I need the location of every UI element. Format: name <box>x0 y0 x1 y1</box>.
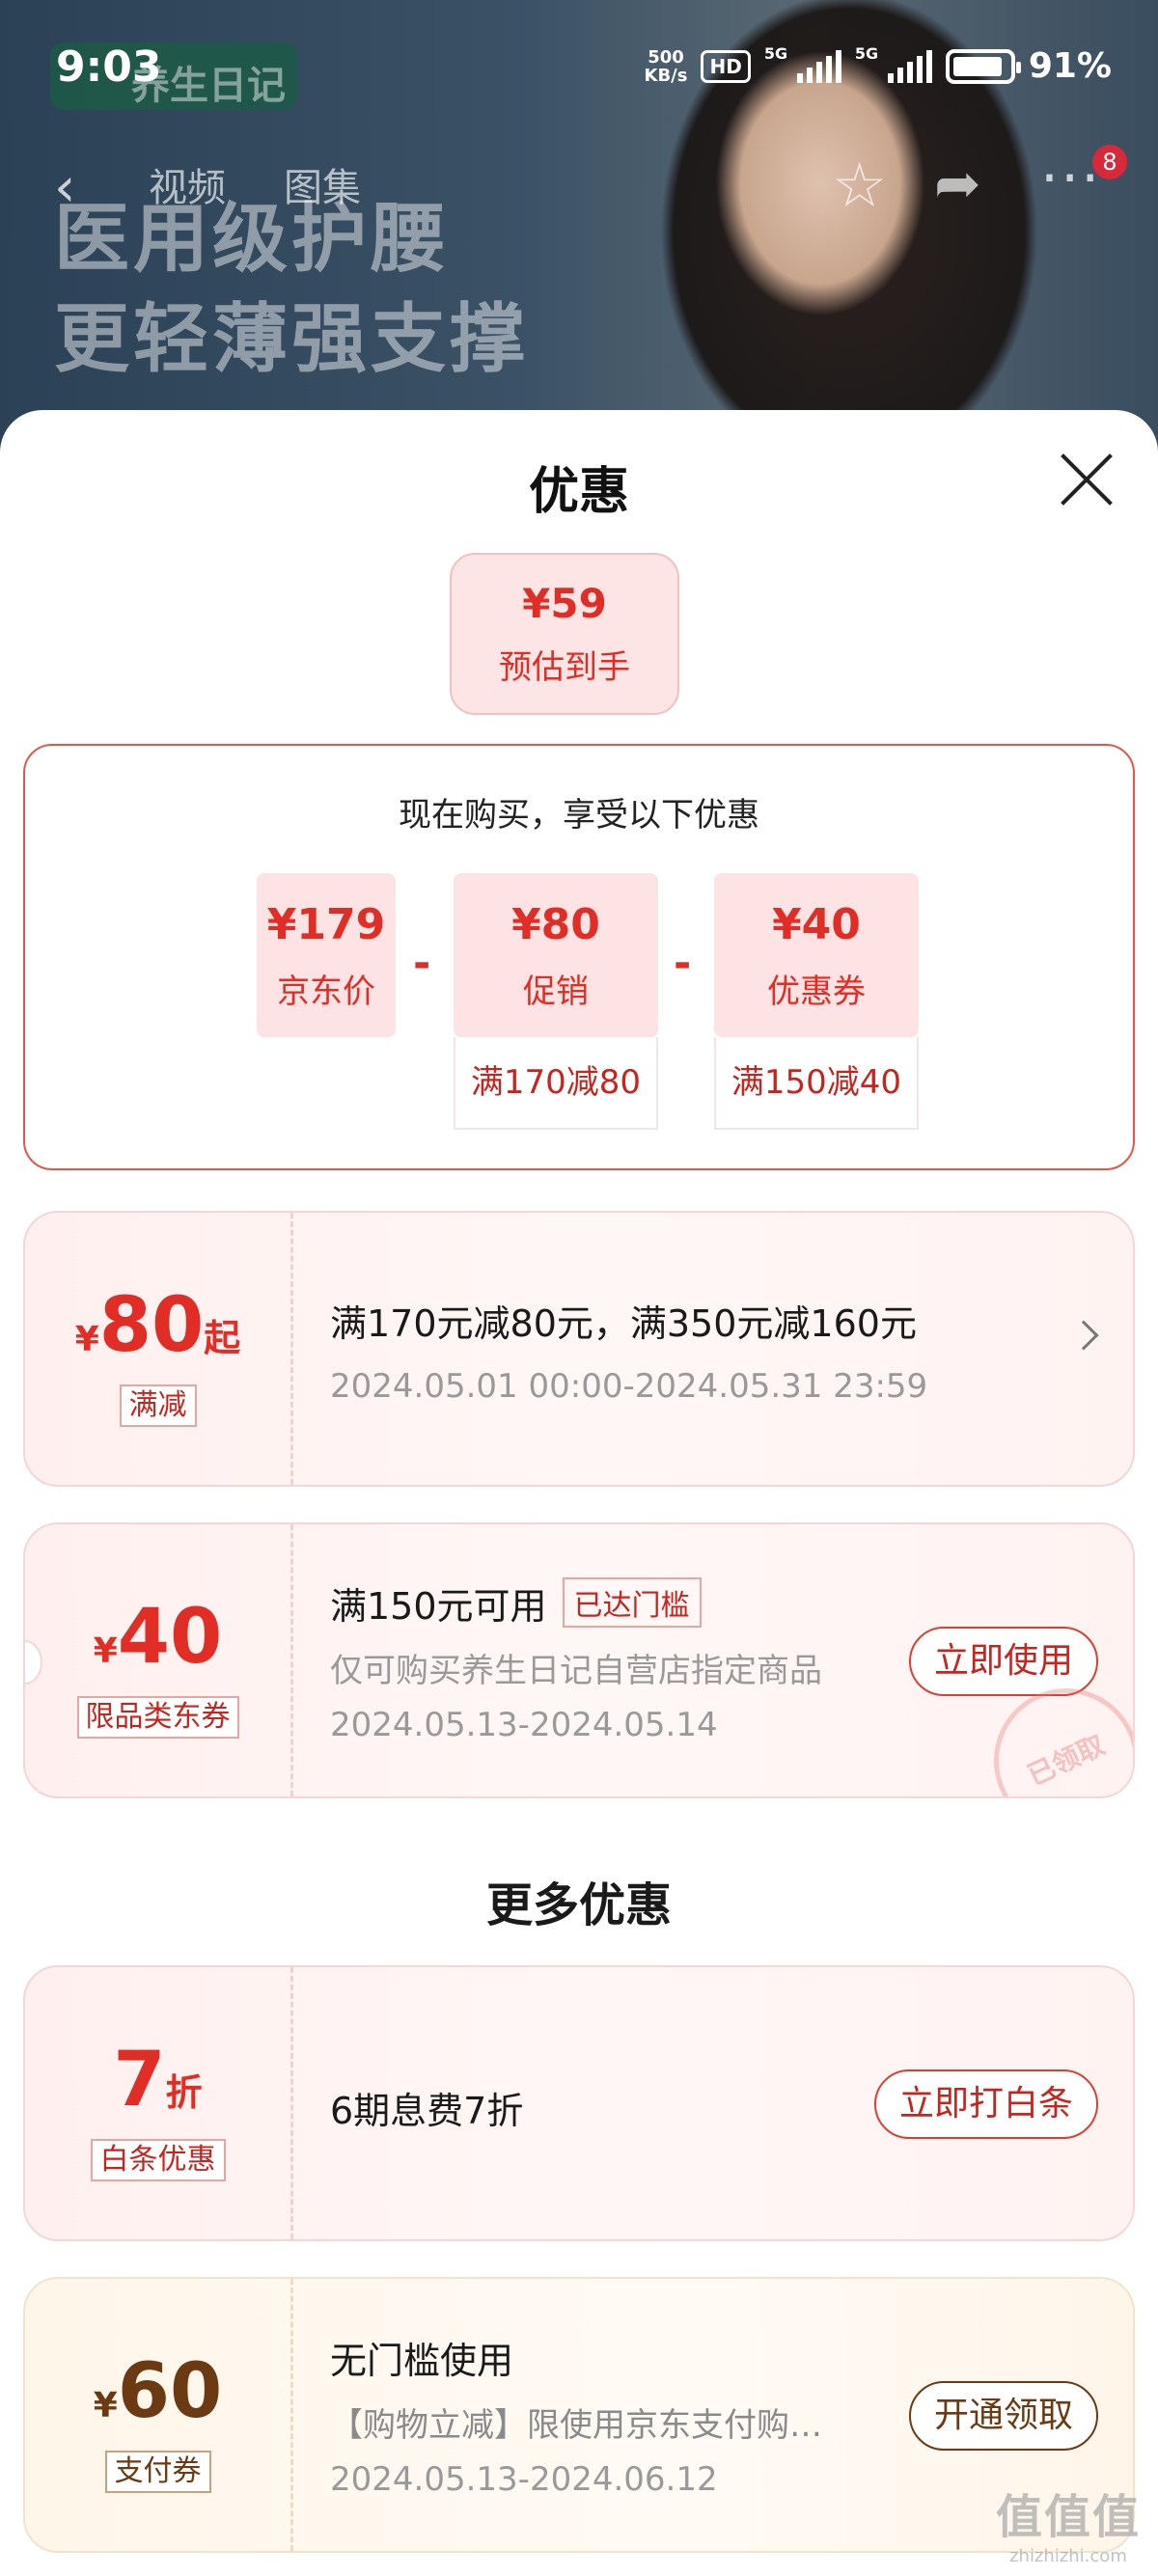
use-baitiao-button[interactable]: 立即打白条 <box>873 2069 1098 2139</box>
discount-amount: 7折 <box>25 2037 290 2124</box>
amount-suffix: 起 <box>204 1317 241 1359</box>
watermark: 值值值 zhizhizhi.com <box>996 2479 1141 2566</box>
tab-gallery[interactable]: 图集 <box>284 156 361 212</box>
baitiao-title: 6期息费7折 <box>330 2090 524 2132</box>
estimated-price: ¥59 <box>522 580 607 627</box>
favorite-star-icon[interactable]: ☆ <box>832 151 887 222</box>
coupon-label: 优惠券 <box>767 973 866 1011</box>
currency-symbol: ¥ <box>93 1631 118 1671</box>
sheet-title: 优惠 <box>528 463 629 521</box>
chevron-right-icon[interactable] <box>1068 1320 1099 1351</box>
pay-coupon-period: 2024.05.13-2024.06.12 <box>330 2460 718 2499</box>
close-icon[interactable] <box>1056 449 1117 510</box>
amount-suffix: 折 <box>165 2071 203 2114</box>
minus-sign: - <box>413 939 431 988</box>
card-amount-area: ¥60 支付券 <box>25 2279 293 2551</box>
promo-period: 2024.05.01 00:00-2024.05.31 23:59 <box>330 1367 928 1406</box>
baitiao-card: 7折 白条优惠 6期息费7折 立即打白条 <box>23 1965 1135 2241</box>
status-bar-indicators: 500 KB/s HD 5G 5G 91% <box>645 44 1112 87</box>
threshold-reached-badge: 已达门槛 <box>562 1577 702 1628</box>
pay-coupon-desc: 【购物立减】限使用京东支付购… <box>330 2406 822 2445</box>
discount-sheet: 优惠 ¥59 预估到手 现在购买，享受以下优惠 ¥179 京东价 - ¥80 促… <box>0 410 1158 2576</box>
minus-sign: - <box>674 939 692 988</box>
coupon-rule: 满150减40 <box>714 1037 919 1130</box>
card-type-tag: 支付券 <box>104 2451 211 2493</box>
signal-icon-2: 5G <box>855 44 932 83</box>
notification-badge: 8 <box>1092 145 1127 179</box>
battery-percent: 91% <box>1028 46 1112 86</box>
payment-coupon-card: ¥60 支付券 无门槛使用 【购物立减】限使用京东支付购… 2024.05.13… <box>23 2277 1135 2553</box>
jd-price-value: ¥179 <box>266 900 386 949</box>
price-breakdown: 现在购买，享受以下优惠 ¥179 京东价 - ¥80 促销 满170减80 - … <box>23 744 1135 1170</box>
amount-number: 60 <box>117 2348 223 2435</box>
signal-2-label: 5G <box>854 43 879 63</box>
share-icon[interactable]: ➦ <box>934 151 981 216</box>
more-icon[interactable]: ··· <box>1040 145 1101 212</box>
currency-symbol: ¥ <box>74 1320 99 1359</box>
net-speed-unit: KB/s <box>644 65 688 86</box>
card-type-tag: 白条优惠 <box>90 2139 226 2181</box>
battery-icon <box>945 48 1021 84</box>
card-type-tag: 限品类东券 <box>76 1696 239 1739</box>
coupon-amount: ¥60 <box>25 2348 290 2435</box>
use-now-button[interactable]: 立即使用 <box>908 1627 1098 1696</box>
pay-coupon-title: 无门槛使用 <box>330 2340 514 2382</box>
card-amount-area: ¥40 限品类东券 <box>25 1524 293 1796</box>
signal-icon: 5G <box>764 44 841 83</box>
promotion-label: 促销 <box>523 973 589 1011</box>
amount-number: 80 <box>98 1282 205 1369</box>
more-offers-title: 更多优惠 <box>485 1878 672 1932</box>
activate-claim-button[interactable]: 开通领取 <box>908 2381 1098 2451</box>
net-speed-value: 500 <box>648 46 684 68</box>
watermark-url: zhizhizhi.com <box>1009 2546 1127 2566</box>
watermark-logo: 值值值 <box>995 2490 1141 2544</box>
amount-number: 7 <box>113 2037 166 2124</box>
promotion-value: ¥80 <box>511 900 600 949</box>
jd-price-label: 京东价 <box>277 973 375 1011</box>
tab-video[interactable]: 视频 <box>149 156 226 212</box>
currency-symbol: ¥ <box>93 2386 118 2425</box>
promotion-rule: 满170减80 <box>454 1037 658 1130</box>
coupon-cell: ¥40 优惠券 <box>714 873 919 1037</box>
signal-1-label: 5G <box>763 43 788 63</box>
amount-number: 40 <box>117 1594 223 1681</box>
coupon-title-text: 满150元可用 <box>330 1585 547 1628</box>
estimated-price-label: 预估到手 <box>499 648 630 687</box>
status-time: 9:03 <box>56 42 162 92</box>
promo-title: 满170元减80元，满350元减160元 <box>330 1302 917 1345</box>
coupon-title: 满150元可用 已达门槛 <box>330 1576 702 1630</box>
card-amount-area: ¥80起 满减 <box>25 1213 293 1485</box>
breakdown-heading: 现在购买，享受以下优惠 <box>399 796 759 835</box>
estimated-price-box: ¥59 预估到手 <box>450 553 679 715</box>
card-amount-area: 7折 白条优惠 <box>25 1967 293 2239</box>
coupon-amount: ¥40 <box>25 1594 290 1681</box>
network-speed: 500 KB/s <box>645 48 688 85</box>
coupon-period: 2024.05.13-2024.05.14 <box>330 1706 718 1744</box>
promotion-cell: ¥80 促销 <box>454 873 658 1037</box>
hd-voice-icon: HD <box>701 49 751 83</box>
back-icon[interactable]: ‹ <box>54 156 75 219</box>
card-type-tag: 满减 <box>119 1384 197 1427</box>
reduction-amount: ¥80起 <box>25 1282 290 1369</box>
category-coupon-card: ¥40 限品类东券 满150元可用 已达门槛 仅可购买养生日记自营店指定商品 20… <box>23 1522 1135 1798</box>
jd-price-cell: ¥179 京东价 <box>257 873 396 1037</box>
coupon-value: ¥40 <box>772 900 861 949</box>
full-reduction-card[interactable]: ¥80起 满减 满170元减80元，满350元减160元 2024.05.01 … <box>23 1211 1135 1487</box>
coupon-desc: 仅可购买养生日记自营店指定商品 <box>330 1652 822 1690</box>
hero-slogan-line2: 更轻薄强支撑 <box>54 296 530 383</box>
product-top-nav: ‹ 视频 图集 ☆ ➦ ··· 8 <box>0 145 1158 222</box>
